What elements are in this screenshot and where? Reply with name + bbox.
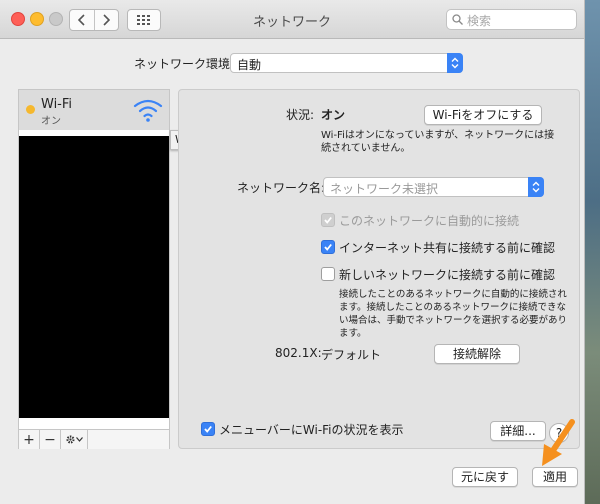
ask-new-desc-line3: い場合は、手動でネットワークを選択する必要があり (339, 315, 568, 326)
checkmark-icon (204, 425, 212, 433)
revert-button[interactable]: 元に戻す (452, 467, 518, 487)
minus-icon: − (44, 431, 56, 448)
updown-arrow-icon (528, 177, 544, 197)
checkmark-icon (324, 243, 332, 251)
checkmark-icon (324, 216, 332, 224)
titlebar: ネットワーク 検索 (0, 0, 584, 39)
remove-service-button[interactable]: − (40, 430, 61, 449)
updown-arrow-icon (447, 53, 463, 73)
show-menubar-label: メニューバーにWi-Fiの状況を表示 (219, 423, 404, 437)
service-item-wifi[interactable]: Wi-Fi オン (19, 90, 169, 130)
service-list: Wi-Fi オン + − (18, 89, 170, 449)
ask-new-networks-label: 新しいネットワークに接続する前に確認 (339, 268, 556, 282)
search-icon (452, 14, 463, 25)
disconnect-button[interactable]: 接続解除 (434, 344, 520, 364)
chevron-down-icon (76, 437, 83, 442)
ask-new-networks-checkbox[interactable] (321, 267, 335, 281)
add-service-button[interactable]: + (19, 430, 40, 449)
dot1x-value: デフォルト (321, 348, 382, 362)
status-label: 状況: (286, 108, 315, 122)
network-name-placeholder: ネットワーク未選択 (330, 182, 439, 196)
search-field[interactable]: 検索 (446, 9, 577, 30)
location-select[interactable]: 自動 (230, 53, 463, 73)
dot1x-label: 802.1X: (275, 346, 322, 360)
toggle-wifi-button[interactable]: Wi-Fiをオフにする (424, 105, 542, 125)
wifi-icon (133, 99, 163, 122)
ask-new-desc-line2: ます。接続したことのあるネットワークに接続できな (339, 302, 566, 313)
action-menu-button[interactable] (61, 430, 88, 449)
ask-new-desc-line4: ます。 (339, 328, 367, 339)
service-name: Wi-Fi (41, 97, 73, 112)
auto-join-label: このネットワークに自動的に接続 (339, 214, 520, 228)
detail-panel: 状況: オン Wi-Fiをオフにする Wi-Fiはオンになっていますが、ネットワ… (178, 89, 580, 449)
network-preferences-window: ネットワーク 検索 ネットワーク環境: 自動 Wi-Fi オン + − 状況: … (0, 0, 585, 504)
ask-hotspot-label: インターネット共有に接続する前に確認 (339, 241, 556, 255)
apply-button[interactable]: 適用 (532, 467, 578, 487)
ask-hotspot-checkbox[interactable] (321, 240, 335, 254)
gear-icon (66, 435, 75, 444)
annotation-arrow-icon (542, 419, 575, 466)
ask-new-desc-line1: 接続したことのあるネットワークに自動的に接続され (339, 289, 567, 300)
plus-icon: + (23, 431, 35, 448)
status-message-line2: 続されていません。 (321, 143, 411, 154)
service-toolbar: + − (19, 429, 169, 449)
redacted-service-list (19, 136, 169, 418)
desktop-background (583, 0, 600, 504)
auto-join-checkbox[interactable] (321, 213, 335, 227)
service-status: オン (41, 116, 61, 127)
location-label: ネットワーク環境: (134, 57, 235, 71)
status-value: オン (321, 108, 346, 122)
status-dot (26, 105, 35, 114)
network-name-label: ネットワーク名: (237, 181, 326, 195)
search-placeholder: 検索 (467, 14, 492, 28)
location-value: 自動 (237, 58, 262, 72)
network-name-select[interactable]: ネットワーク未選択 (323, 177, 544, 197)
show-menubar-checkbox[interactable] (201, 422, 215, 436)
